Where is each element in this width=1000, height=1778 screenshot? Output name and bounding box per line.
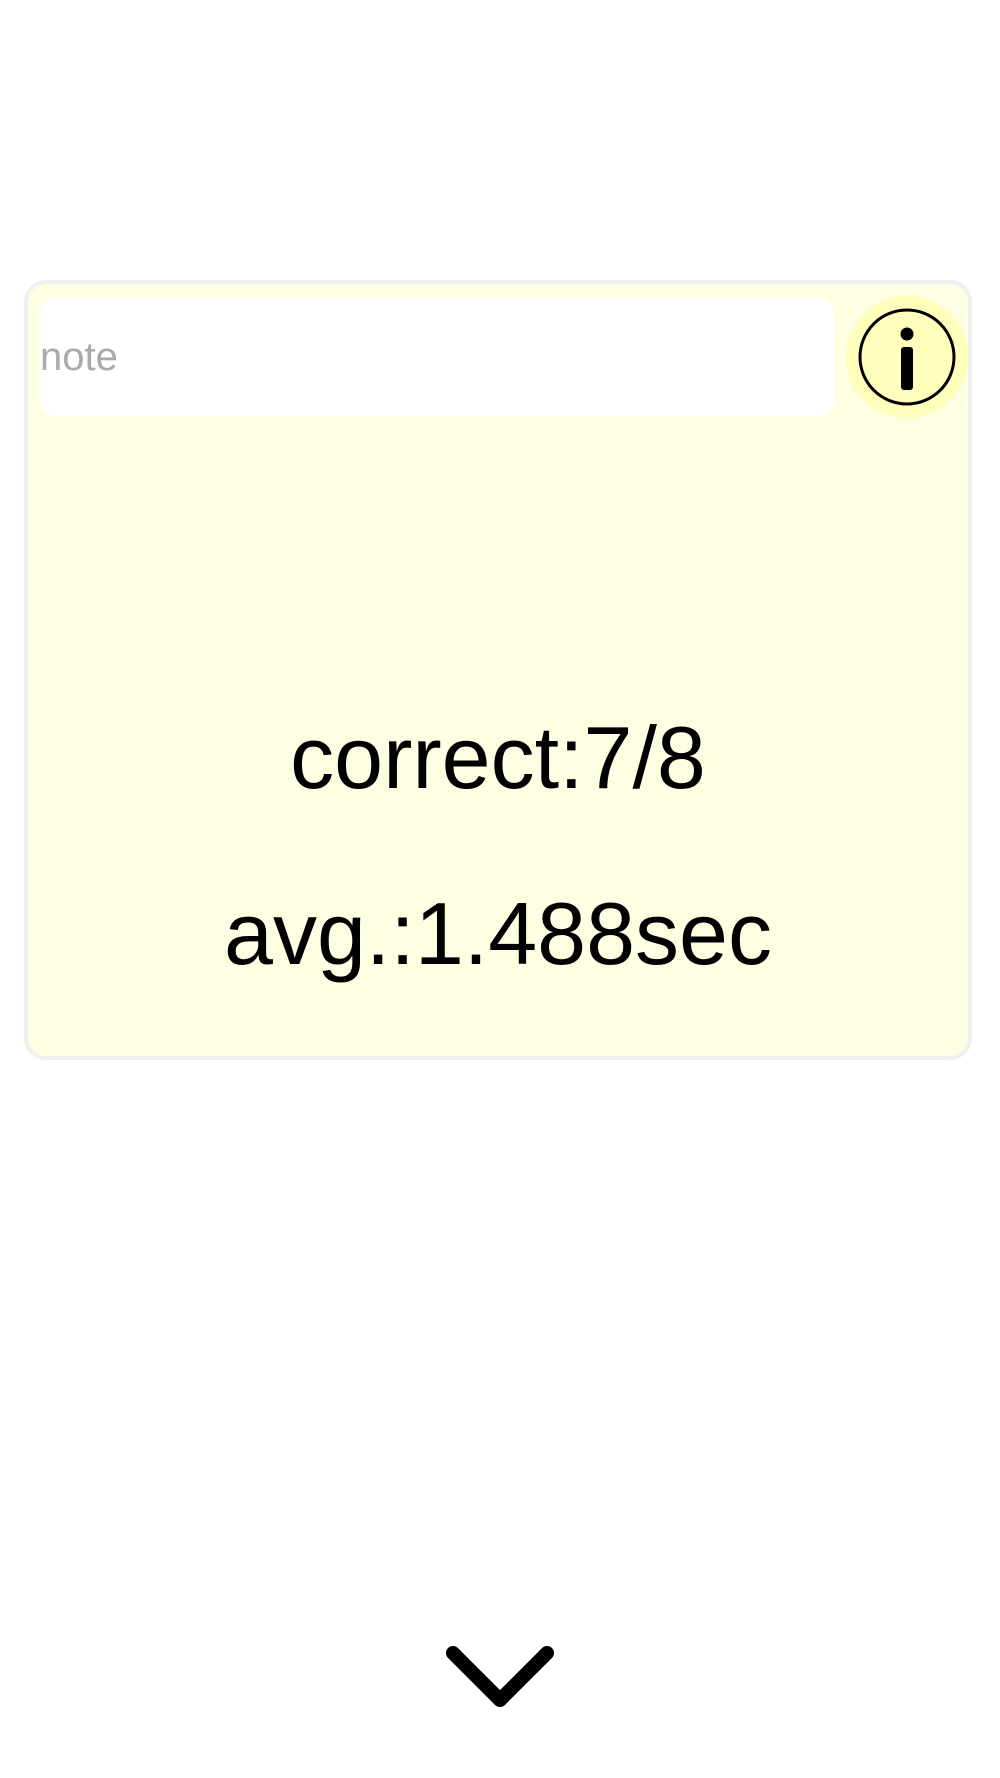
info-icon — [858, 308, 956, 406]
average-time: avg.:1.488sec — [224, 884, 772, 983]
info-button[interactable] — [846, 296, 968, 418]
chevron-down-icon — [446, 1646, 554, 1707]
expand-button[interactable] — [440, 1640, 560, 1720]
result-card: correct:7/8 avg.:1.488sec — [24, 280, 972, 1060]
correct-count: correct:7/8 — [290, 708, 706, 807]
note-input[interactable] — [40, 298, 834, 416]
